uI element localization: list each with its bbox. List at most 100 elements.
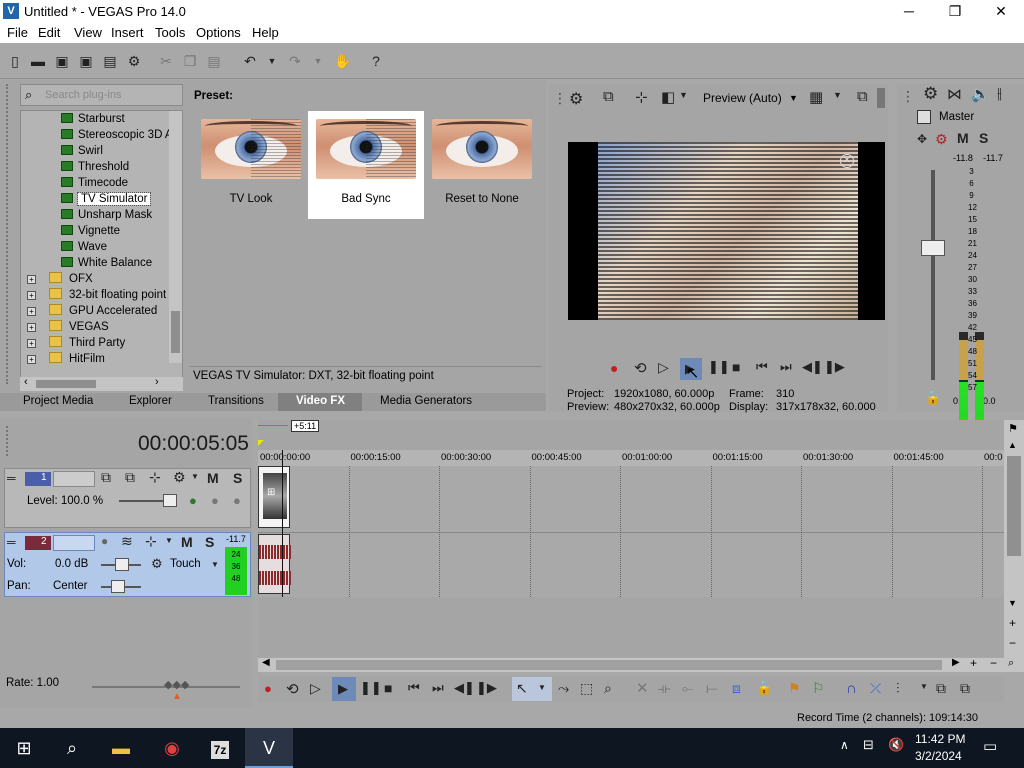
plugin-manager-icon[interactable]: ✋ — [334, 52, 352, 70]
zoom-out-vertical-icon[interactable]: − — [1009, 636, 1016, 650]
search-icon[interactable]: ⌕ — [48, 728, 96, 768]
zoom-tool-icon[interactable]: ⌕ — [604, 680, 612, 697]
master-checkbox[interactable] — [917, 110, 931, 124]
close-button[interactable]: ✕ — [978, 0, 1024, 23]
zoom-out-icon[interactable]: − — [990, 656, 997, 670]
auto-crossfade-icon[interactable]: ⤫ — [870, 680, 881, 697]
arm-record-icon[interactable]: ● — [101, 534, 108, 548]
copy-snapshot-icon[interactable]: ⧉ — [857, 88, 868, 105]
external-monitor-icon[interactable]: ⧉ — [603, 88, 614, 105]
cut-icon[interactable]: ✂ — [157, 52, 175, 70]
tree-item-vignette[interactable]: Vignette — [61, 223, 120, 239]
overlays-dropdown-icon[interactable]: ▼ — [833, 90, 842, 100]
play-button[interactable]: ▶ — [332, 677, 356, 701]
speaker-icon[interactable]: 🔈 — [971, 85, 990, 103]
panel-grip[interactable]: ⋮ — [553, 90, 567, 107]
menu-view[interactable]: View — [74, 25, 102, 40]
pause-icon[interactable]: ❚❚ — [360, 680, 382, 696]
whats-this-help-icon[interactable]: ? — [367, 52, 385, 70]
automation-mode[interactable]: Touch — [170, 558, 201, 570]
master-fx-gear-icon[interactable]: ⚙ — [923, 84, 938, 104]
copy-icon[interactable]: ❐ — [181, 52, 199, 70]
preset-tv-look[interactable]: TV Look — [193, 111, 309, 219]
split-screen-icon[interactable]: ⊹ — [635, 88, 648, 106]
mute-button[interactable]: M — [181, 534, 193, 550]
tree-item-swirl[interactable]: Swirl — [61, 143, 103, 159]
tree-folder-third-party[interactable]: + Third Party — [27, 335, 125, 351]
scroll-left-icon[interactable]: ‹ — [24, 376, 28, 388]
notifications-icon[interactable]: ▭ — [983, 737, 997, 755]
preset-bad-sync[interactable]: Bad Sync — [308, 111, 424, 219]
ripple-edit-icon[interactable]: ⫶ — [896, 680, 900, 697]
vegas-taskbar-icon[interactable]: V — [245, 728, 293, 768]
previous-frame-icon[interactable]: ◀❚ — [802, 359, 823, 375]
envelope-tool-icon[interactable]: ⤳ — [558, 680, 569, 697]
clock-date[interactable]: 3/2/2024 — [915, 749, 962, 763]
solo-button[interactable]: S — [205, 534, 214, 550]
record-icon[interactable]: ● — [610, 360, 618, 376]
track-number-1[interactable]: 1 — [25, 472, 51, 486]
tab-project-media[interactable]: Project Media — [23, 395, 93, 407]
expand-icon[interactable]: + — [27, 355, 36, 364]
automation-mode-dropdown-icon[interactable]: ▼ — [211, 560, 219, 569]
scroll-thumb[interactable] — [36, 380, 96, 388]
lock-icon[interactable]: 🔒 — [925, 390, 941, 406]
toolbar-overflow[interactable] — [877, 88, 885, 108]
menu-tools[interactable]: Tools — [155, 25, 185, 40]
selection-tool-icon[interactable]: ⬚ — [580, 680, 593, 697]
tree-item-timecode[interactable]: Timecode — [61, 175, 128, 191]
preview-settings-gear-icon[interactable]: ⚙ — [569, 89, 583, 109]
tree-item-starburst[interactable]: Starburst — [61, 111, 125, 127]
audio-event[interactable] — [258, 534, 291, 594]
empty-track-area[interactable] — [258, 597, 1004, 657]
go-to-start-icon[interactable]: ⏮ — [408, 680, 420, 696]
loop-playback-icon[interactable]: ⟲ — [286, 680, 299, 698]
adjust-size-dropdown-icon[interactable]: ▼ — [679, 90, 688, 100]
master-fader-track[interactable] — [931, 170, 935, 380]
expand-icon[interactable]: + — [27, 275, 36, 284]
ripple-dropdown-icon[interactable]: ▼ — [920, 682, 928, 691]
automation-gear-icon[interactable]: ⚙ — [151, 556, 163, 572]
loop-region-marker[interactable] — [258, 440, 264, 446]
scroll-thumb[interactable] — [171, 311, 180, 353]
tree-folder-ofx[interactable]: + OFX — [27, 271, 93, 287]
preview-quality-dropdown[interactable]: Preview (Auto) ▼ — [701, 88, 801, 108]
track-fx-icon[interactable]: ⧉ — [125, 469, 135, 486]
search-input[interactable]: Search plug-ins — [45, 89, 121, 101]
pause-icon[interactable]: ❚❚ — [708, 359, 730, 375]
insert-region-icon[interactable]: ⚐ — [812, 680, 825, 697]
show-hidden-icons-icon[interactable]: ∧ — [840, 738, 849, 752]
track-name-field[interactable] — [53, 535, 95, 551]
paste-icon[interactable]: ▤ — [205, 52, 223, 70]
scroll-down-icon[interactable]: ▼ — [1008, 598, 1017, 608]
timeline-horizontal-scrollbar[interactable]: ◀ ▶ + − ⌕ — [258, 656, 1024, 672]
undo-dropdown-icon[interactable]: ▼ — [263, 52, 281, 70]
compositing-icon[interactable]: ⊹ — [149, 469, 161, 486]
menu-file[interactable]: File — [7, 25, 28, 40]
composite-mode-icon[interactable]: ● — [189, 493, 197, 508]
level-slider-handle[interactable] — [163, 494, 177, 507]
track-number-2[interactable]: 2 — [25, 536, 51, 550]
start-windows-icon[interactable]: ⊞ — [0, 728, 48, 768]
video-event[interactable]: ⊞ — [258, 466, 290, 528]
overlays-grid-icon[interactable]: ▦ — [809, 88, 823, 106]
delete-icon[interactable]: ✕ — [636, 679, 649, 697]
tree-folder-hitfilm[interactable]: + HitFilm — [27, 351, 105, 367]
panel-grip[interactable] — [6, 426, 12, 456]
7zip-icon[interactable]: 7z — [196, 728, 244, 768]
tab-transitions[interactable]: Transitions — [208, 395, 264, 407]
plugin-tree[interactable]: Starburst Stereoscopic 3D A Swirl Thresh… — [20, 110, 183, 378]
panel-grip[interactable] — [6, 84, 16, 384]
maximize-button[interactable]: ❐ — [932, 0, 978, 23]
save-as-icon[interactable]: ▣ — [77, 52, 95, 70]
lock-envelopes-icon[interactable]: ⧉ — [936, 680, 946, 697]
loop-playback-icon[interactable]: ⟲ — [634, 359, 647, 377]
record-icon[interactable]: ● — [264, 681, 272, 696]
network-icon[interactable]: ⊟ — [863, 737, 874, 753]
go-to-end-icon[interactable]: ⏭ — [780, 359, 792, 375]
next-frame-icon[interactable]: ❚▶ — [824, 359, 845, 375]
tree-item-white-balance[interactable]: White Balance — [61, 255, 152, 271]
tab-media-generators[interactable]: Media Generators — [380, 395, 472, 407]
tree-folder-gpu[interactable]: + GPU Accelerated — [27, 303, 157, 319]
master-fader-handle[interactable] — [921, 240, 945, 256]
